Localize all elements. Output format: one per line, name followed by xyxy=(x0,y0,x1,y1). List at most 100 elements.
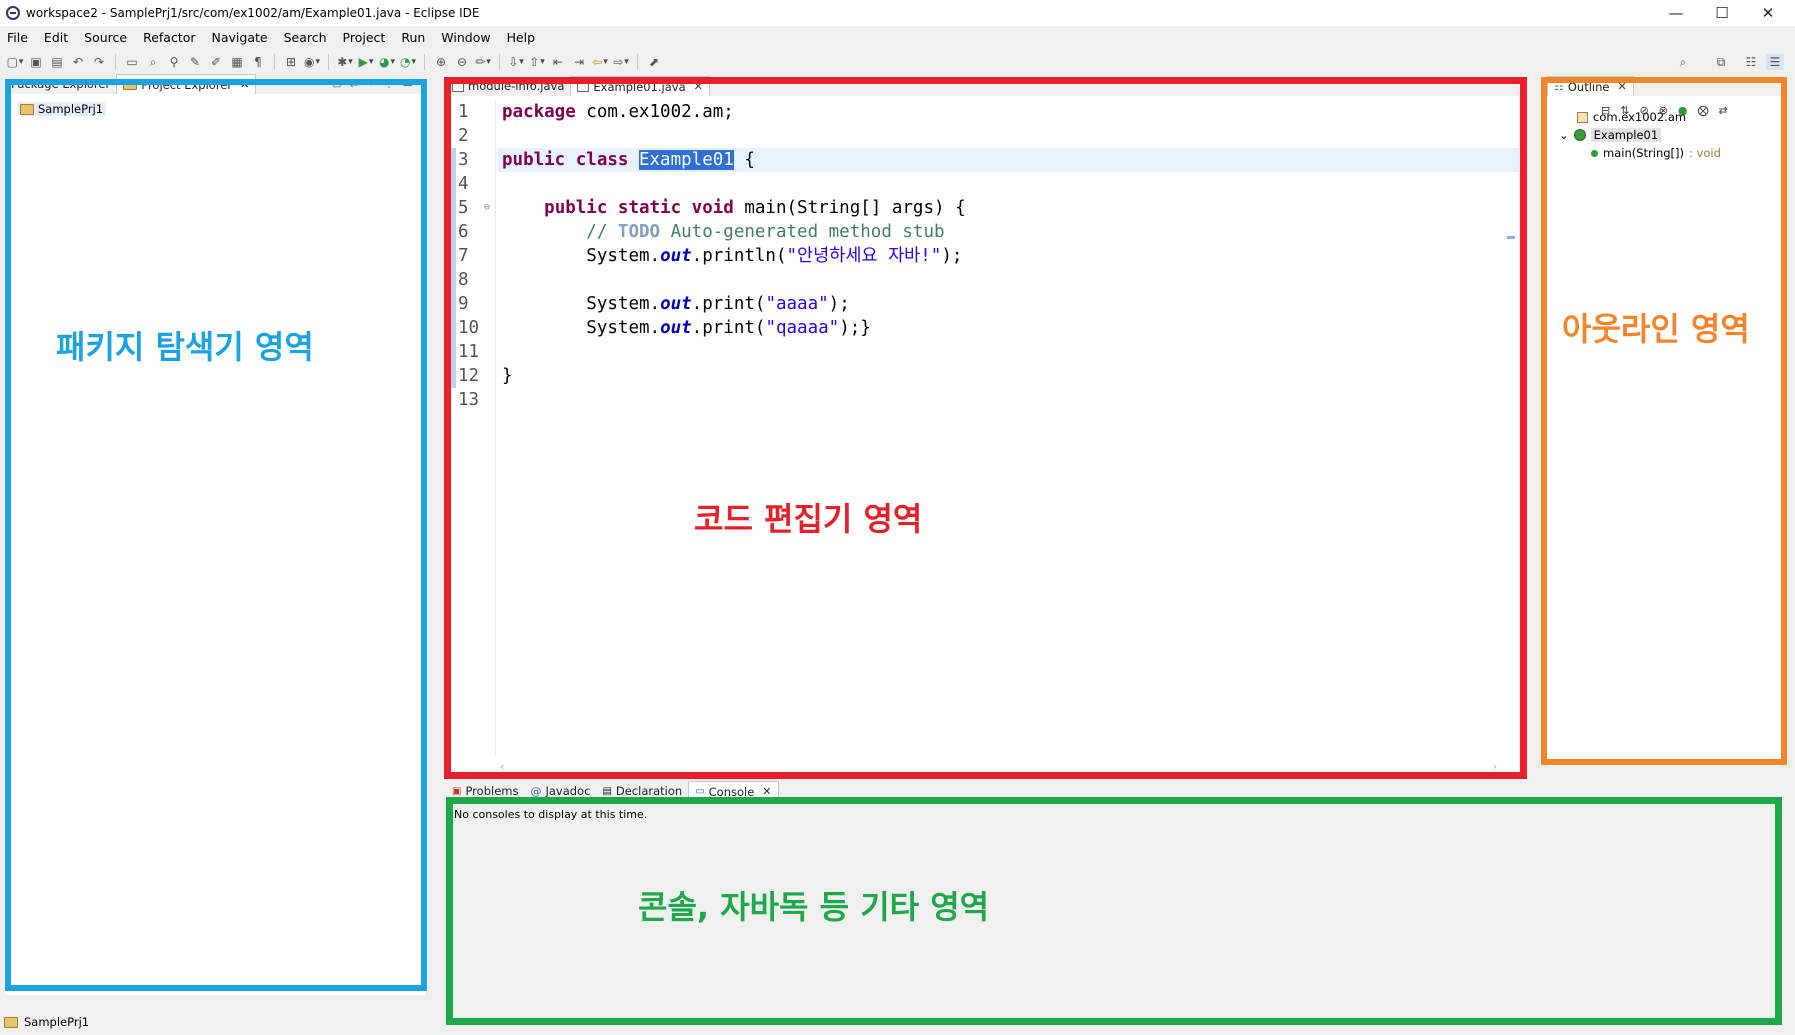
overview-ruler[interactable] xyxy=(1505,100,1515,756)
close-icon[interactable]: ✕ xyxy=(762,785,771,798)
horizontal-scrollbar[interactable]: ‹ › xyxy=(496,760,1501,774)
tab-package-explorer[interactable]: Package Explorer xyxy=(5,74,116,94)
fold-collapse-icon[interactable]: ⊖ xyxy=(484,202,490,213)
java-ee-perspective-icon[interactable]: ☷ xyxy=(1742,54,1760,70)
toolbar-separator xyxy=(499,54,500,70)
line-number: 8 xyxy=(458,270,469,290)
debug-icon[interactable]: ✱ xyxy=(336,54,354,70)
line-number: 9 xyxy=(458,294,469,314)
hide-local-types-icon[interactable]: ⨂ xyxy=(1697,104,1708,117)
menu-file[interactable]: File xyxy=(0,30,37,45)
next-annotation-icon[interactable]: ⇩ xyxy=(507,54,525,70)
maximize-button[interactable]: ☐ xyxy=(1699,0,1745,26)
menu-navigate[interactable]: Navigate xyxy=(205,30,277,45)
tab-javadoc[interactable]: @ Javadoc xyxy=(524,781,596,801)
tab-project-explorer[interactable]: Project Explorer ✕ xyxy=(116,74,257,94)
tab-label: Problems xyxy=(465,784,519,798)
global-search-icon[interactable]: ⌕ xyxy=(1674,54,1692,70)
tab-example01[interactable]: Example01.java ✕ xyxy=(570,76,710,96)
window-title: workspace2 - SamplePrj1/src/com/ex1002/a… xyxy=(26,6,480,20)
outline-area-label: 아웃라인 영역 xyxy=(1562,310,1750,348)
menu-refactor[interactable]: Refactor xyxy=(136,30,204,45)
external-tools-icon[interactable]: ◔ xyxy=(399,54,417,70)
status-project: SamplePrj1 xyxy=(24,1015,90,1029)
tab-declaration[interactable]: ▤ Declaration xyxy=(596,781,688,801)
open-perspective-button-icon[interactable]: ⧉ xyxy=(1712,54,1730,70)
last-edit-icon[interactable]: ⇤ xyxy=(549,54,567,70)
menu-window[interactable]: Window xyxy=(434,30,499,45)
open-type-hierarchy-icon[interactable]: ⊕ xyxy=(432,54,450,70)
show-whitespace-icon[interactable]: ¶ xyxy=(249,54,267,70)
save-all-icon[interactable]: ▤ xyxy=(48,54,66,70)
close-icon[interactable]: ✕ xyxy=(694,80,703,93)
new-java-class-icon[interactable]: ◉ xyxy=(303,54,321,70)
outline-package[interactable]: com.ex1002.am xyxy=(1577,110,1686,124)
tab-module-info[interactable]: module-info.java xyxy=(446,76,570,96)
menu-search[interactable]: Search xyxy=(277,30,336,45)
mark-occurrences-icon[interactable]: ✐ xyxy=(207,54,225,70)
link-editor-icon[interactable]: ⇄ xyxy=(350,77,359,91)
block-selection-icon[interactable]: ▦ xyxy=(228,54,246,70)
open-perspective-icon[interactable]: ⊞ xyxy=(282,54,300,70)
pencil-tool-icon[interactable]: ✏ xyxy=(474,54,492,70)
menu-help[interactable]: Help xyxy=(500,30,545,45)
undo-icon[interactable]: ↶ xyxy=(69,54,87,70)
navigate-forward-icon[interactable]: ⇨ xyxy=(612,54,630,70)
open-type-icon[interactable]: ⚲ xyxy=(165,54,183,70)
link-editor-icon[interactable]: ⇄ xyxy=(1718,104,1727,117)
line-number: 10 xyxy=(458,318,480,338)
filter-icon[interactable]: ⏷ xyxy=(367,77,376,91)
navigate-back-icon[interactable]: ⇦ xyxy=(591,54,609,70)
scroll-right-icon[interactable]: › xyxy=(1493,760,1497,774)
tab-label: Javadoc xyxy=(545,784,591,798)
explorer-area-label: 패키지 탐색기 영역 xyxy=(56,328,314,366)
toolbar-separator xyxy=(328,54,329,70)
close-icon[interactable]: ✕ xyxy=(1617,80,1626,93)
overview-mark[interactable] xyxy=(1507,236,1515,239)
line-number: 1 xyxy=(458,102,469,122)
tree-item-project[interactable]: SamplePrj1 xyxy=(17,102,107,116)
back-icon[interactable]: ⇥ xyxy=(570,54,588,70)
editor-tabbar: module-info.java Example01.java ✕ xyxy=(446,76,1519,96)
tab-outline[interactable]: ☷ Outline ✕ xyxy=(1547,76,1634,96)
outline-class[interactable]: ⌄ Example01 xyxy=(1559,128,1662,142)
minimize-view-icon[interactable]: ▬ xyxy=(403,77,413,91)
outline-method[interactable]: main(String[]) : void xyxy=(1591,146,1721,160)
tab-label: Example01.java xyxy=(593,79,686,94)
java-perspective-icon[interactable]: ☰ xyxy=(1766,54,1784,70)
redo-icon[interactable]: ↷ xyxy=(90,54,108,70)
toolbar-separator xyxy=(637,54,638,70)
tab-console[interactable]: ▭ Console ✕ xyxy=(688,781,779,801)
close-window-button[interactable]: ✕ xyxy=(1745,0,1791,26)
java-file-icon xyxy=(452,80,464,92)
open-folder-icon[interactable]: ⊖ xyxy=(453,54,471,70)
search-tool-icon[interactable]: ⌕ xyxy=(144,54,162,70)
collapse-all-icon[interactable]: ⊟ xyxy=(332,77,341,91)
code-area[interactable]: 1 2 3 4 5 6 7 8 9 10 11 12 13 ⊖ package … xyxy=(446,100,1519,756)
class-icon xyxy=(1573,129,1586,141)
previous-annotation-icon[interactable]: ⇧ xyxy=(528,54,546,70)
close-icon[interactable]: ✕ xyxy=(240,78,249,91)
toggle-breadcrumb-icon[interactable]: ✎ xyxy=(186,54,204,70)
new-icon[interactable]: ▢ xyxy=(6,54,24,70)
terminal-icon[interactable]: ▭ xyxy=(123,54,141,70)
pin-editor-icon[interactable]: ⬈ xyxy=(645,54,663,70)
project-folder-icon xyxy=(20,103,34,115)
menu-edit[interactable]: Edit xyxy=(37,30,77,45)
tab-problems[interactable]: ▣ Problems xyxy=(446,781,524,801)
menu-run[interactable]: Run xyxy=(394,30,434,45)
scroll-left-icon[interactable]: ‹ xyxy=(500,760,504,774)
menu-source[interactable]: Source xyxy=(77,30,136,45)
code-line: System.out.println("안녕하세요 자바!"); xyxy=(586,246,963,266)
menu-project[interactable]: Project xyxy=(336,30,395,45)
line-number: 6 xyxy=(458,222,469,242)
view-menu-icon[interactable]: ⋮ xyxy=(384,77,395,91)
console-icon: ▭ xyxy=(695,786,705,797)
minimize-button[interactable]: — xyxy=(1653,0,1699,26)
coverage-icon[interactable]: ◕ xyxy=(378,54,396,70)
save-icon[interactable]: ▣ xyxy=(27,54,45,70)
outline-pane: ☷ Outline ✕ ⊟ ⇅ ⊘ ⊗ ● ⨂ ⇄ com.ex1002.am … xyxy=(1547,76,1781,766)
chevron-down-icon[interactable]: ⌄ xyxy=(1559,128,1569,142)
run-icon[interactable]: ▶ xyxy=(357,54,375,70)
line-number: 4 xyxy=(458,174,469,194)
